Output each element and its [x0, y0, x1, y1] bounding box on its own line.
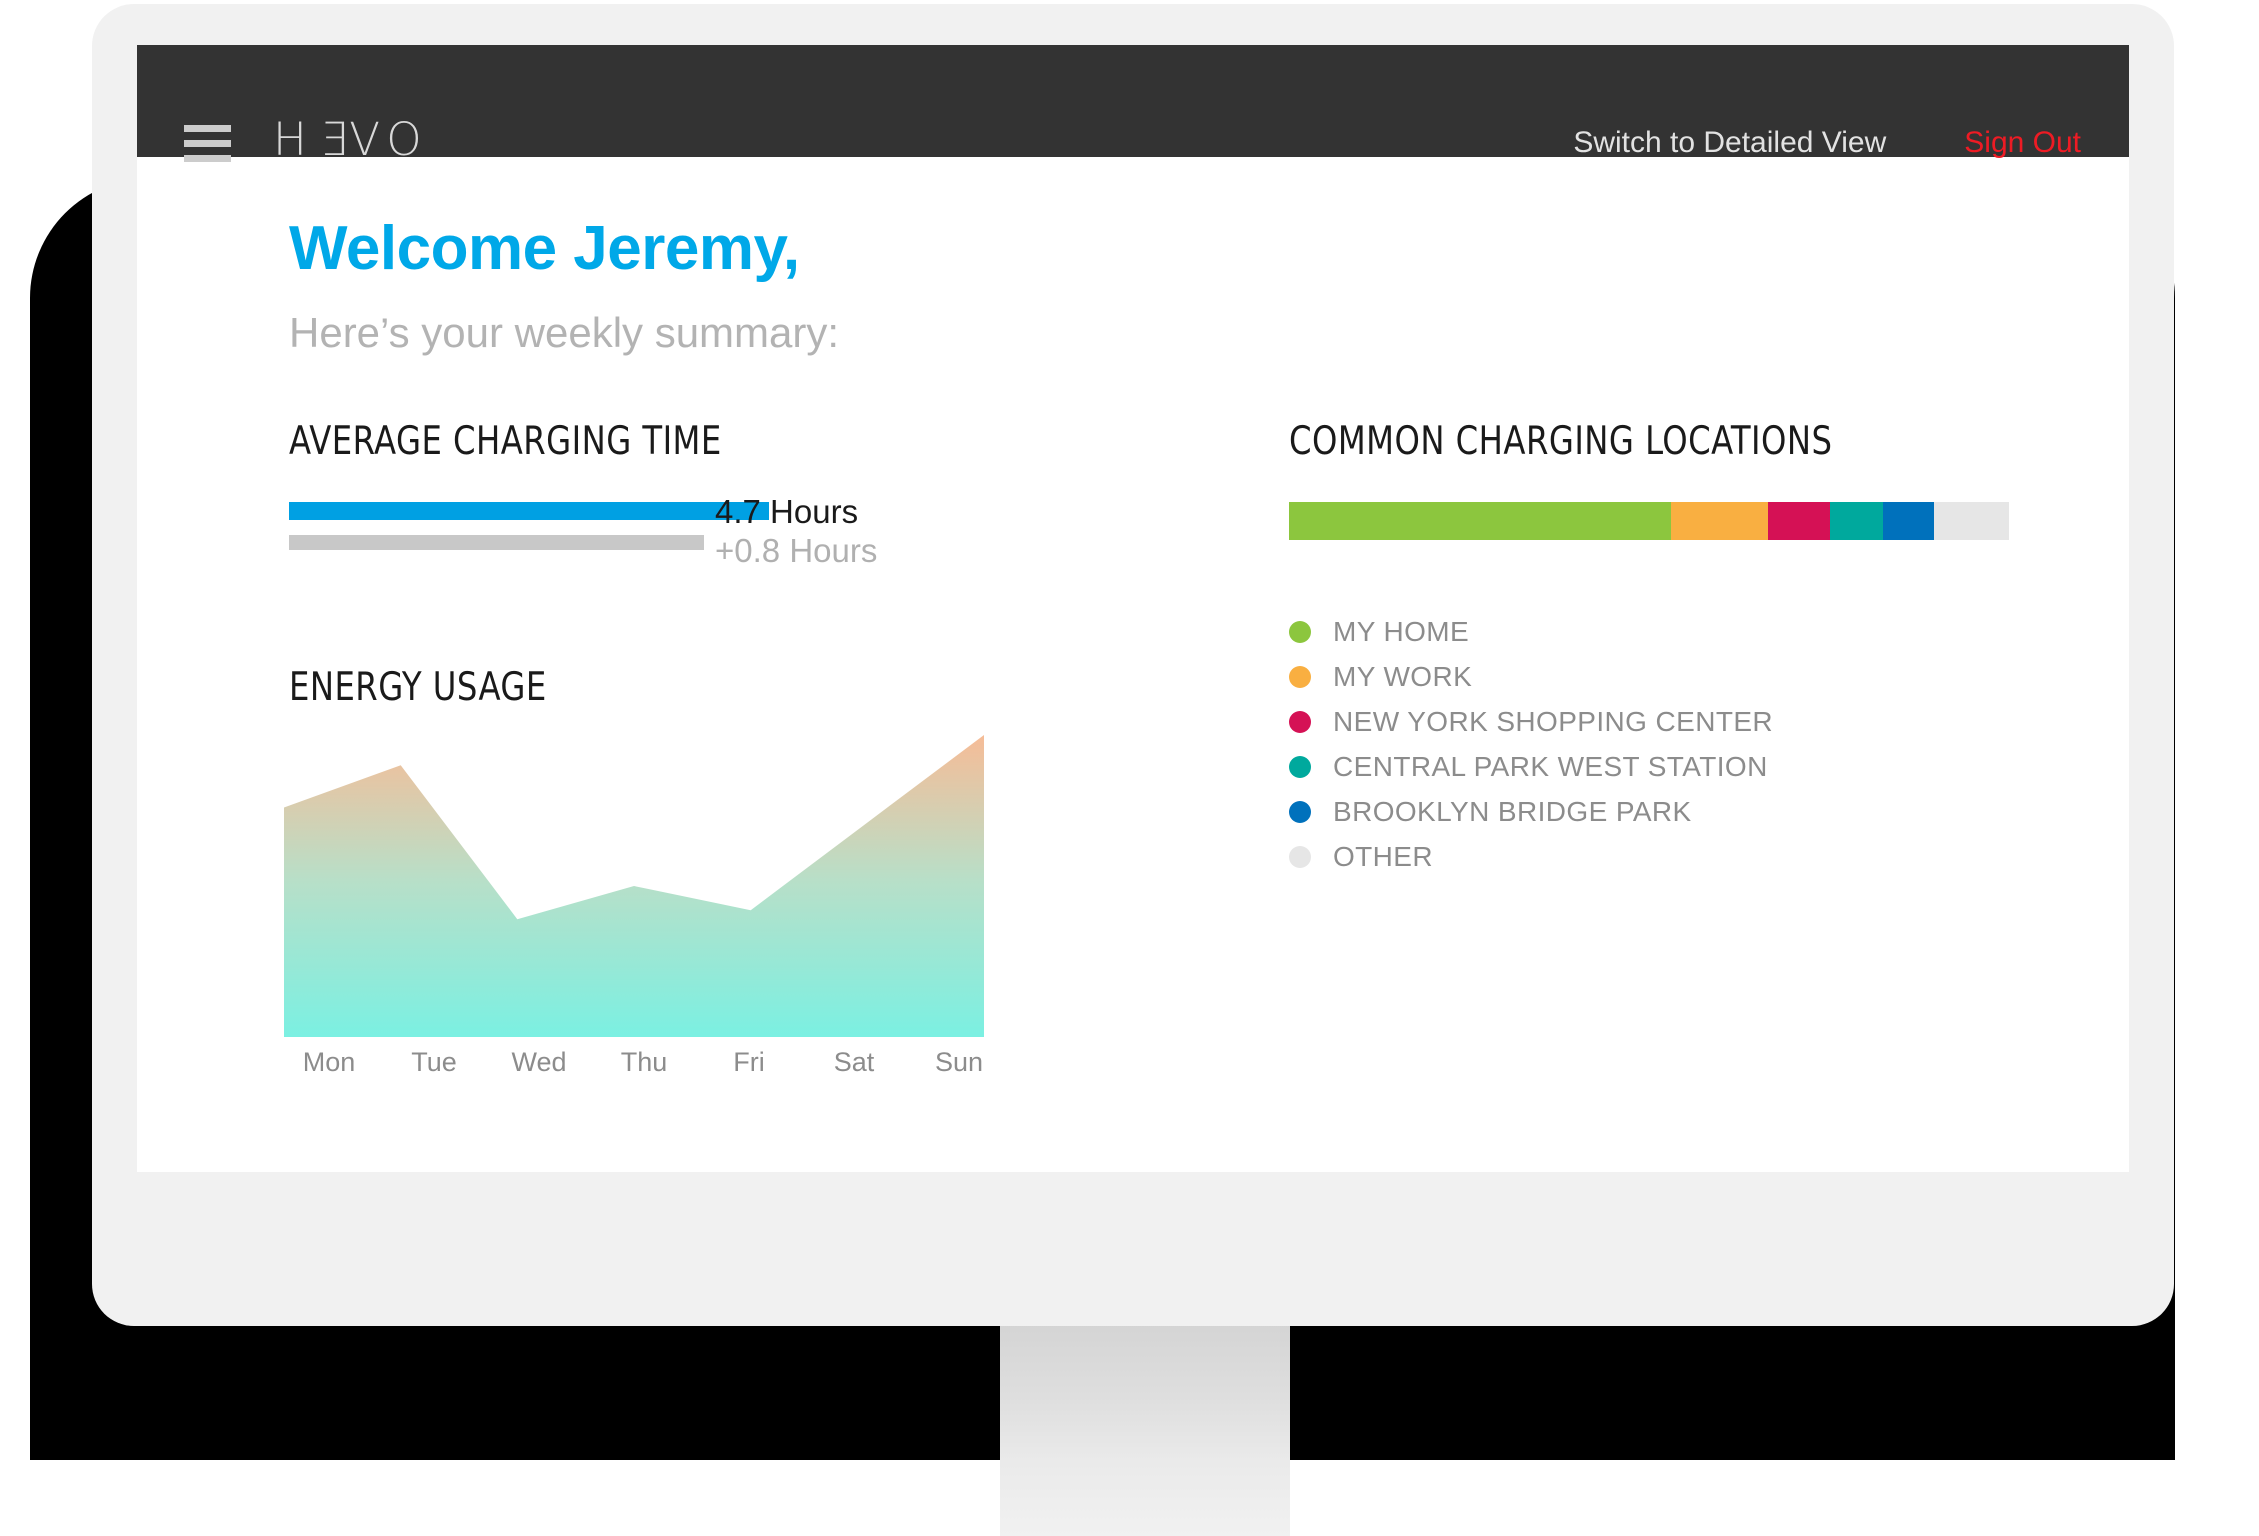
- legend-item-label: CENTRAL PARK WEST STATION: [1333, 750, 1768, 782]
- legend-item[interactable]: MY HOME: [1289, 609, 1773, 654]
- x-tick-thu: Thu: [620, 1047, 668, 1077]
- switch-to-detailed-view-link[interactable]: Switch to Detailed View: [1573, 126, 1886, 160]
- legend-item-label: NEW YORK SHOPPING CENTER: [1333, 705, 1774, 737]
- stacked-bar-segment[interactable]: [1934, 502, 2009, 540]
- x-tick-fri: Fri: [733, 1047, 765, 1077]
- stacked-bar-segment[interactable]: [1289, 502, 1671, 540]
- legend-item[interactable]: OTHER: [1289, 834, 1773, 879]
- legend-item[interactable]: NEW YORK SHOPPING CENTER: [1289, 699, 1773, 744]
- energy-usage-x-axis: Mon Tue Wed Thu Fri Sat Sun: [284, 1047, 1004, 1078]
- avg-charging-delta: +0.8 Hours: [715, 531, 878, 569]
- energy-usage-area-path: [284, 735, 984, 1037]
- legend-dot-icon: [1289, 620, 1311, 643]
- average-charging-time-title: AVERAGE CHARGING TIME: [289, 419, 722, 464]
- legend-dot-icon: [1289, 710, 1311, 733]
- x-tick-wed: Wed: [511, 1047, 567, 1077]
- stacked-bar-segment[interactable]: [1830, 502, 1883, 540]
- x-tick-sun: Sun: [934, 1047, 984, 1077]
- hamburger-bar: [184, 125, 231, 132]
- average-charging-bars: [289, 502, 989, 550]
- legend-dot-icon: [1289, 845, 1311, 868]
- charging-locations-stacked-bar: [1289, 502, 2009, 540]
- energy-usage-area-svg: [284, 735, 984, 1037]
- header-nav: Switch to Detailed View Sign Out: [1573, 126, 2081, 160]
- legend-item[interactable]: CENTRAL PARK WEST STATION: [1289, 744, 1773, 789]
- charging-locations-legend: MY HOME MY WORK NEW YORK SHOPPING CENTER CE…: [1289, 609, 1773, 879]
- stacked-bar-segment[interactable]: [1767, 502, 1831, 540]
- monitor-stand: [1000, 1322, 1290, 1536]
- energy-usage-chart: [284, 717, 984, 1037]
- legend-item-label: BROOKLYN BRIDGE PARK: [1333, 795, 1692, 827]
- hamburger-bar: [184, 140, 231, 147]
- sign-out-link[interactable]: Sign Out: [1964, 126, 2081, 160]
- avg-charging-secondary-bar: [289, 535, 704, 550]
- common-charging-locations-title: COMMON CHARGING LOCATIONS: [1289, 419, 1833, 464]
- legend-dot-icon: [1289, 665, 1311, 688]
- app-header: HEVO Switch to Detailed View Sign Out: [137, 45, 2129, 166]
- legend-item-label: MY WORK: [1333, 660, 1473, 692]
- stacked-bar-segment[interactable]: [1670, 502, 1768, 540]
- avg-charging-value: 4.7 Hours: [715, 493, 859, 530]
- monitor-mockup: HEVO Switch to Detailed View Sign Out We…: [0, 0, 2259, 1536]
- energy-usage-title: ENERGY USAGE: [289, 665, 547, 710]
- page-title: Welcome Jeremy,: [289, 214, 800, 283]
- legend-item-label: OTHER: [1333, 840, 1433, 872]
- legend-dot-icon: [1289, 755, 1311, 778]
- legend-dot-icon: [1289, 800, 1311, 823]
- x-tick-mon: Mon: [302, 1047, 356, 1077]
- legend-item[interactable]: BROOKLYN BRIDGE PARK: [1289, 789, 1773, 834]
- average-charging-values: 4.7 Hours +0.8 Hours: [715, 493, 877, 571]
- stacked-bar-segment[interactable]: [1882, 502, 1935, 540]
- x-tick-sat: Sat: [833, 1047, 875, 1077]
- legend-item[interactable]: MY WORK: [1289, 654, 1773, 699]
- app-screen: HEVO Switch to Detailed View Sign Out We…: [137, 45, 2129, 1172]
- main-content: Welcome Jeremy, Here’s your weekly summa…: [137, 157, 2129, 1172]
- x-tick-tue: Tue: [411, 1047, 457, 1077]
- legend-item-label: MY HOME: [1333, 615, 1470, 647]
- page-subtitle: Here’s your weekly summary:: [289, 309, 840, 356]
- avg-charging-primary-bar: [289, 502, 769, 520]
